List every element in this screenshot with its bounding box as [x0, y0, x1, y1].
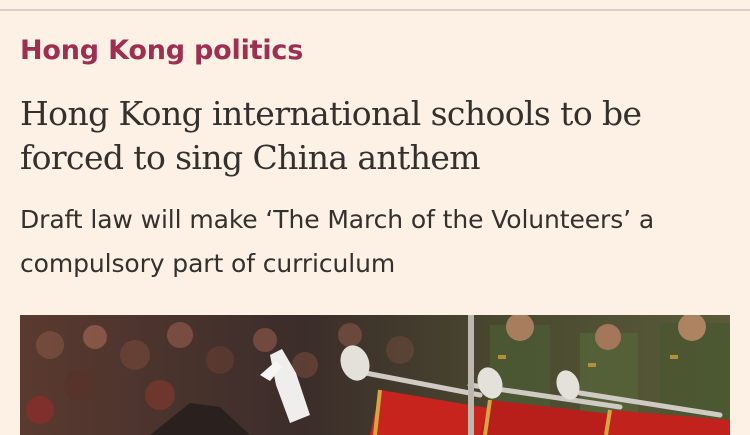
- top-divider: [0, 9, 750, 11]
- ceremony-photo-graphic: [20, 315, 730, 435]
- topic-link[interactable]: Hong Kong politics: [20, 33, 303, 69]
- article-standfirst: Draft law will make ‘The March of the Vo…: [20, 205, 655, 278]
- article-headline[interactable]: Hong Kong international schools to be fo…: [20, 92, 720, 180]
- article-image[interactable]: [20, 315, 730, 435]
